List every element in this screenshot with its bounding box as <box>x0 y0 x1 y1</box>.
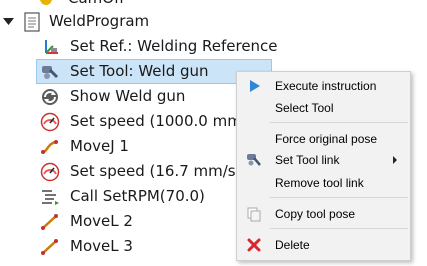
menu-item-label: Remove tool link <box>275 176 364 190</box>
menu-item-label: Execute instruction <box>275 79 377 93</box>
tree-item-show-weld-gun[interactable]: Show Weld gun <box>40 84 185 109</box>
tree-item-movel-2[interactable]: MoveL 2 <box>40 209 133 234</box>
delete-icon <box>246 237 262 253</box>
tree-item-set-speed-1[interactable]: Set speed (1000.0 mm/s <box>40 109 255 134</box>
copy-icon <box>246 206 262 222</box>
menu-item-remove-tool-link[interactable]: Remove tool link <box>238 172 409 194</box>
menu-separator <box>270 228 408 229</box>
menu-item-label: Set Tool link <box>275 153 340 167</box>
linear-move-icon <box>40 237 60 257</box>
tree-root-weldprogram[interactable]: WeldProgram <box>0 9 149 34</box>
tree-item-partial-bottom[interactable] <box>40 260 100 266</box>
tree-item-label: MoveL 2 <box>70 212 133 230</box>
menu-item-label: Force original pose <box>275 132 378 146</box>
speedometer-icon <box>40 162 60 182</box>
tree-item-label: Set speed (16.7 mm/s) <box>70 162 242 180</box>
tree-item-label: Set speed (1000.0 mm/s <box>70 112 255 130</box>
context-menu: Execute instruction Select Tool Force or… <box>236 71 411 261</box>
tree-item-label: Call SetRPM(70.0) <box>70 187 205 205</box>
tree-item-set-ref[interactable]: Set Ref.: Welding Reference <box>40 34 278 59</box>
tree-item-label: Set Ref.: Welding Reference <box>70 37 278 55</box>
menu-item-select-tool[interactable]: Select Tool <box>238 97 409 119</box>
menu-item-label: Copy tool pose <box>275 207 356 221</box>
menu-separator <box>270 197 408 198</box>
tree-item-set-tool[interactable]: Set Tool: Weld gun <box>40 59 209 84</box>
menu-item-delete[interactable]: Delete <box>238 234 409 256</box>
program-call-icon <box>40 187 60 207</box>
tree-item-call-setrpm[interactable]: Call SetRPM(70.0) <box>40 184 205 209</box>
menu-separator <box>270 122 408 123</box>
collapse-arrow-icon[interactable] <box>0 12 20 32</box>
play-icon <box>246 78 262 94</box>
linear-move-icon <box>40 212 60 232</box>
joint-move-icon <box>40 137 60 157</box>
tree-item-label: CamOff <box>68 0 124 8</box>
speedometer-icon <box>40 112 60 132</box>
tree-item-label: MoveL 3 <box>70 237 133 255</box>
refresh-show-icon <box>40 87 60 107</box>
program-icon <box>22 11 42 32</box>
menu-item-label: Delete <box>275 238 310 252</box>
tree-item-label: Show Weld gun <box>70 87 186 105</box>
tree-item-movel-3[interactable]: MoveL 3 <box>40 234 133 259</box>
tool-link-icon <box>246 152 262 168</box>
submenu-arrow-icon <box>393 156 397 164</box>
menu-item-set-tool-link[interactable]: Set Tool link <box>238 149 409 171</box>
tree-item-movej-1[interactable]: MoveJ 1 <box>40 134 129 159</box>
tree-root-label: WeldProgram <box>49 12 150 30</box>
reference-frame-icon <box>40 37 60 57</box>
tree-item-label: Set Tool: Weld gun <box>70 62 209 80</box>
tree-item-label: MoveJ 1 <box>70 137 129 155</box>
tree-item-partial[interactable]: CamOff <box>38 0 158 8</box>
menu-item-execute-instruction[interactable]: Execute instruction <box>238 75 409 97</box>
tree-item-set-speed-2[interactable]: Set speed (16.7 mm/s) <box>40 159 241 184</box>
menu-item-force-original-pose[interactable]: Force original pose <box>238 128 409 150</box>
weld-gun-tool-icon <box>40 62 60 82</box>
menu-item-copy-tool-pose[interactable]: Copy tool pose <box>238 203 409 225</box>
camera-off-icon <box>38 0 58 8</box>
menu-item-label: Select Tool <box>275 101 334 115</box>
